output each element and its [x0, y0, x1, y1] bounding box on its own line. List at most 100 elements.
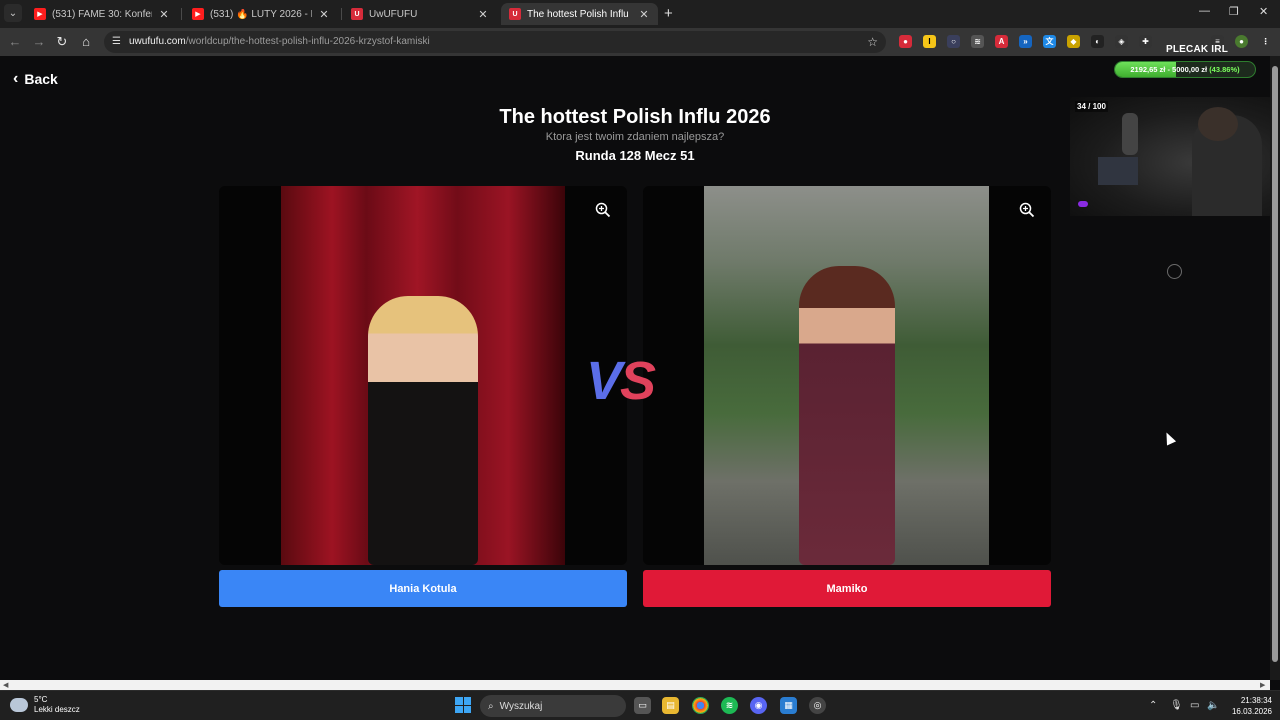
chevron-up-icon[interactable]: ⌃	[1149, 700, 1157, 711]
forward-arrow-icon[interactable]: →	[31, 34, 47, 50]
profile-avatar[interactable]: ●	[1235, 35, 1248, 48]
extension-icon[interactable]: ◈	[1115, 35, 1128, 48]
cloud-rain-icon	[10, 698, 28, 712]
pdf-extension-icon[interactable]: A	[995, 35, 1008, 48]
network-icon[interactable]: ▭	[1190, 700, 1199, 711]
horizontal-scrollbar[interactable]: ◀ ▶	[0, 680, 1270, 690]
tab-title: (531) 🔥 LUTY 2026 - POLSKI T\	[210, 8, 312, 20]
donation-goal-text: 2192,65 zł - 5000,00 zł (43.86%)	[1115, 65, 1255, 74]
person-figure	[798, 266, 895, 565]
weather-text: 5°C Lekki deszcz	[34, 695, 80, 715]
discord-icon[interactable]: ◉	[750, 697, 767, 714]
choose-left-button[interactable]: Hania Kotula	[219, 570, 627, 607]
url-path: /worldcup/the-hottest-polish-influ-2026-…	[185, 36, 430, 47]
versus-v: V	[586, 351, 622, 411]
overlay-title: PLECAK IRL	[1166, 44, 1228, 55]
versus-label: V S	[586, 350, 656, 412]
uwufufu-icon: U	[351, 8, 363, 20]
donation-goal-bar: 2192,65 zł - 5000,00 zł (43.86%)	[1114, 61, 1256, 78]
browser-toolbar: ← → ↻ ⌂ ☰ uwufufu.com/worldcup/the-hotte…	[0, 28, 1280, 56]
candidate-photo[interactable]	[281, 186, 565, 565]
donation-percent: (43.86%)	[1209, 65, 1240, 74]
chevron-left-icon: ‹	[13, 70, 19, 87]
extensions-puzzle-icon[interactable]: ✚	[1139, 35, 1152, 48]
vertical-scrollbar[interactable]	[1270, 56, 1280, 680]
back-button[interactable]: ‹ Back	[13, 70, 58, 88]
extension-icon[interactable]: ●	[899, 35, 912, 48]
search-icon: ⌕	[488, 700, 494, 712]
page-subtitle: Ktora jest twoim zdaniem najlepsza?	[545, 131, 725, 143]
screen: ⌄ ▶ (531) FAME 30: Konferencja - Yo ✕ ▶ …	[0, 0, 1280, 720]
microphone-icon[interactable]: 🎙	[1170, 700, 1183, 711]
close-window-icon[interactable]: ✕	[1259, 5, 1268, 18]
youtube-icon: ▶	[34, 8, 46, 20]
chrome-icon[interactable]	[692, 697, 709, 714]
tab-search-button[interactable]: ⌄	[4, 4, 22, 22]
scrollbar-thumb[interactable]	[1272, 66, 1278, 662]
choose-right-button[interactable]: Mamiko	[643, 570, 1051, 607]
browser-tab[interactable]: U UwUFUFU ✕	[343, 3, 497, 25]
back-arrow-icon[interactable]: ←	[7, 34, 23, 50]
webcam-overlay: 34 / 100	[1070, 97, 1280, 216]
search-placeholder: Wyszukaj	[499, 700, 543, 712]
scroll-right-icon[interactable]: ▶	[1260, 681, 1265, 689]
close-icon[interactable]: ✕	[477, 8, 489, 21]
extension-icon[interactable]: ◐	[1091, 35, 1104, 48]
file-explorer-icon[interactable]: ▤	[662, 697, 679, 714]
new-tab-icon[interactable]: +	[664, 5, 673, 22]
clock-time: 21:38:34	[1240, 696, 1272, 705]
spotify-icon[interactable]: ≋	[721, 697, 738, 714]
donation-amount: 2192,65 zł - 5000,00 zł	[1130, 65, 1208, 74]
task-view-icon[interactable]: ▭	[634, 697, 651, 714]
close-icon[interactable]: ✕	[158, 8, 170, 21]
clock-date: 16.03.2026	[1231, 707, 1272, 716]
versus-s: S	[620, 351, 656, 411]
zoom-in-icon[interactable]	[1019, 202, 1035, 218]
translate-extension-icon[interactable]: 文	[1043, 35, 1056, 48]
tab-title: (531) FAME 30: Konferencja - Yo	[52, 8, 152, 20]
weather-widget[interactable]: 5°C Lekki deszcz	[10, 695, 80, 715]
maximize-icon[interactable]: ❐	[1229, 5, 1239, 18]
site-info-icon[interactable]: ☰	[112, 36, 121, 47]
menu-kebab-icon[interactable]: ⋮	[1259, 35, 1272, 48]
extension-icon[interactable]: ○	[947, 35, 960, 48]
candidate-card-left[interactable]	[219, 186, 627, 565]
candidate-card-right[interactable]	[643, 186, 1051, 565]
address-bar[interactable]: ☰ uwufufu.com/worldcup/the-hottest-polis…	[104, 31, 886, 53]
candidate-photo[interactable]	[704, 186, 989, 565]
scroll-left-icon[interactable]: ◀	[3, 681, 8, 689]
extension-icon[interactable]: I	[923, 35, 936, 48]
extension-icon[interactable]: ≋	[971, 35, 984, 48]
uwufufu-icon: U	[509, 8, 521, 20]
home-icon[interactable]: ⌂	[78, 34, 94, 50]
browser-tab[interactable]: ▶ (531) 🔥 LUTY 2026 - POLSKI T\ ✕	[184, 3, 338, 25]
reload-icon[interactable]: ↻	[54, 34, 70, 50]
browser-tab-active[interactable]: U The hottest Polish Influ 2026 | U ✕	[501, 3, 658, 25]
webcam-background	[1098, 157, 1138, 185]
obs-icon[interactable]: ◎	[809, 697, 826, 714]
system-clock[interactable]: 21:38:34 16.03.2026	[1222, 695, 1272, 717]
streamer-head	[1198, 107, 1238, 141]
url-host: uwufufu.com	[129, 36, 186, 47]
volume-icon[interactable]: 🔈	[1207, 700, 1219, 711]
weather-condition: Lekki deszcz	[34, 705, 80, 714]
taskbar-search[interactable]: ⌕ Wyszukaj	[480, 695, 626, 717]
round-label: Runda 128 Mecz 51	[575, 148, 695, 163]
back-label: Back	[24, 71, 58, 87]
extension-icon[interactable]: ◆	[1067, 35, 1080, 48]
rgb-light	[1078, 201, 1088, 207]
windows-taskbar: 5°C Lekki deszcz ⌕ Wyszukaj ▭ ▤ ≋ ◉ ▦ ◎ ⌃…	[0, 690, 1280, 720]
notepad-icon[interactable]: ▦	[780, 697, 797, 714]
youtube-icon: ▶	[192, 8, 204, 20]
tab-title: The hottest Polish Influ 2026 | U	[527, 8, 632, 20]
browser-tab[interactable]: ▶ (531) FAME 30: Konferencja - Yo ✕	[26, 3, 178, 25]
bookmark-star-icon[interactable]: ☆	[867, 35, 878, 49]
extension-icon[interactable]: »	[1019, 35, 1032, 48]
windows-start-icon[interactable]	[455, 697, 471, 713]
close-icon[interactable]: ✕	[318, 8, 330, 21]
minimize-icon[interactable]: —	[1199, 5, 1210, 17]
microphone-shape	[1122, 113, 1138, 155]
page-title: The hottest Polish Influ 2026	[499, 106, 771, 128]
close-icon[interactable]: ✕	[638, 8, 650, 21]
zoom-in-icon[interactable]	[595, 202, 611, 218]
